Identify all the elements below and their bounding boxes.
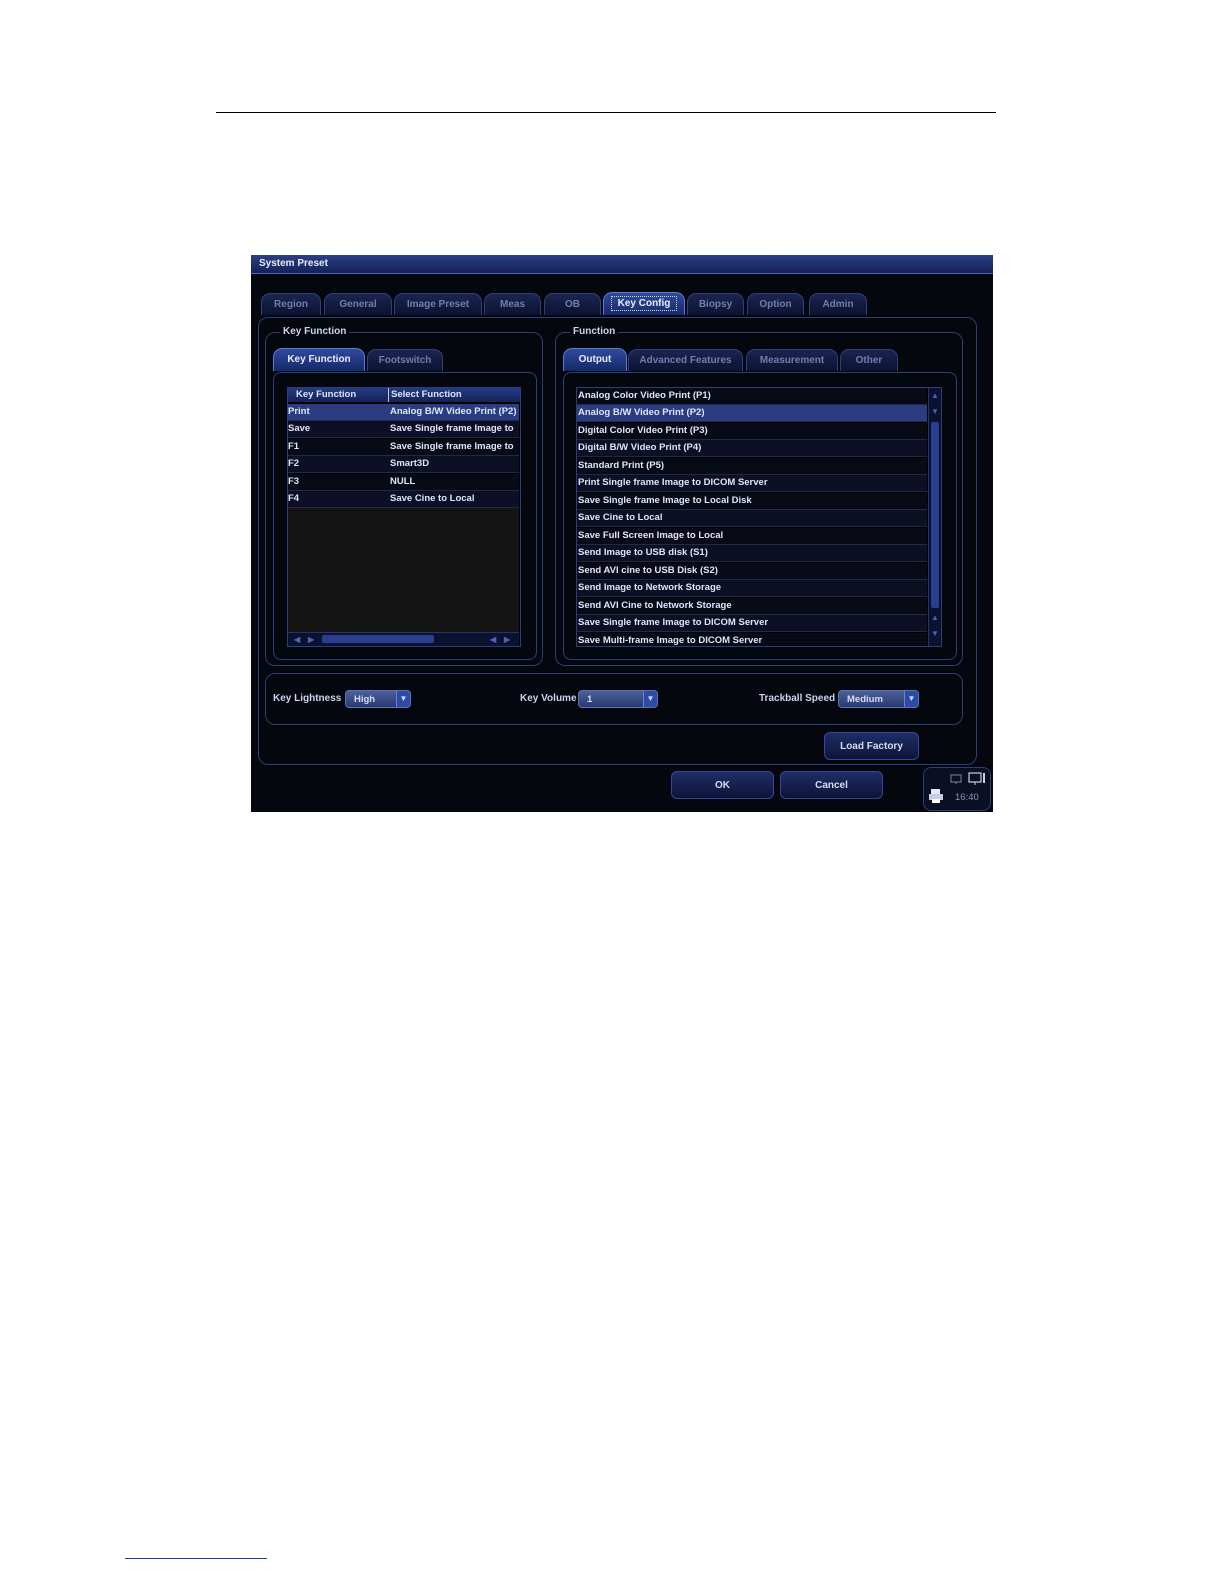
printer-icon: [929, 789, 943, 803]
scroll-up-icon[interactable]: ▲: [931, 614, 939, 622]
list-item[interactable]: Print Single frame Image to DICOM Server: [577, 475, 927, 492]
table-row[interactable]: Print Analog B/W Video Print (P2): [288, 404, 519, 421]
list-item[interactable]: Save Multi-frame Image to DICOM Server: [577, 633, 927, 646]
row-function: Save Single frame Image to: [390, 441, 514, 452]
scroll-down-icon[interactable]: ▼: [931, 630, 939, 638]
key-volume-value: 1: [587, 694, 593, 705]
tab-option[interactable]: Option: [747, 293, 804, 315]
tab-key-function[interactable]: Key Function: [273, 348, 365, 371]
row-function: Smart3D: [390, 458, 430, 469]
scroll-right-icon[interactable]: ▶: [504, 636, 510, 644]
window-title: System Preset: [259, 258, 328, 269]
row-key: Save: [288, 423, 311, 434]
table-row[interactable]: F2 Smart3D: [288, 456, 519, 473]
tab-measurement[interactable]: Measurement: [746, 349, 838, 371]
clock-time: 16:40: [955, 792, 979, 803]
list-item[interactable]: Send Image to Network Storage: [577, 580, 927, 597]
chevron-down-icon[interactable]: ▼: [643, 691, 657, 707]
table-row[interactable]: Save Save Single frame Image to: [288, 421, 519, 438]
tab-admin[interactable]: Admin: [809, 293, 867, 315]
trackball-speed-label: Trackball Speed: [759, 693, 836, 704]
horizontal-scroll-thumb[interactable]: [322, 635, 434, 643]
list-item[interactable]: Analog Color Video Print (P1): [577, 388, 927, 405]
tab-other[interactable]: Other: [840, 349, 898, 371]
tab-meas[interactable]: Meas: [484, 293, 541, 315]
list-item[interactable]: Save Cine to Local: [577, 510, 927, 527]
row-key: F2: [288, 458, 300, 469]
horizontal-scrollbar[interactable]: ◀ ▶ ◀ ▶: [288, 632, 519, 646]
monitor-icon: [968, 772, 985, 785]
row-function: Analog B/W Video Print (P2): [390, 406, 517, 417]
tab-general[interactable]: General: [324, 293, 392, 315]
table-empty-area: [288, 508, 519, 632]
row-key: F3: [288, 476, 300, 487]
list-item[interactable]: Save Single frame Image to Local Disk: [577, 493, 927, 510]
key-function-table: Key Function Select Function Print Analo…: [287, 387, 521, 647]
list-item[interactable]: Save Full Screen Image to Local: [577, 528, 927, 545]
list-item[interactable]: Digital Color Video Print (P3): [577, 423, 927, 440]
scroll-right-icon[interactable]: ▶: [308, 636, 314, 644]
chevron-down-icon[interactable]: ▼: [904, 691, 918, 707]
vertical-scroll-thumb[interactable]: [931, 422, 939, 608]
ok-button[interactable]: OK: [671, 771, 774, 799]
scroll-left-icon[interactable]: ◀: [294, 636, 300, 644]
list-item[interactable]: Analog B/W Video Print (P2): [577, 405, 927, 422]
tab-advanced-features[interactable]: Advanced Features: [628, 349, 743, 371]
column-header-select-function: Select Function: [391, 389, 462, 400]
tab-image-preset[interactable]: Image Preset: [394, 293, 482, 315]
vertical-scrollbar[interactable]: ▲ ▼ ▲ ▼: [928, 388, 941, 646]
key-lightness-label: Key Lightness: [273, 693, 342, 704]
scroll-down-icon[interactable]: ▼: [931, 408, 939, 416]
table-header: Key Function Select Function: [288, 388, 520, 402]
row-key: Print: [288, 406, 310, 417]
cancel-button[interactable]: Cancel: [780, 771, 883, 799]
trackball-speed-value: Medium: [847, 694, 883, 705]
tab-ob[interactable]: OB: [544, 293, 601, 315]
row-function: NULL: [390, 476, 416, 487]
row-key: F1: [288, 441, 300, 452]
tab-output[interactable]: Output: [563, 348, 627, 371]
list-item[interactable]: Digital B/W Video Print (P4): [577, 440, 927, 457]
tab-biopsy[interactable]: Biopsy: [687, 293, 744, 315]
list-item[interactable]: Send AVI Cine to Network Storage: [577, 598, 927, 615]
table-row[interactable]: F1 Save Single frame Image to: [288, 439, 519, 456]
key-lightness-value: High: [354, 694, 376, 705]
key-lightness-select[interactable]: High ▼: [345, 690, 411, 708]
list-item[interactable]: Send Image to USB disk (S1): [577, 545, 927, 562]
list-item[interactable]: Save Single frame Image to DICOM Server: [577, 615, 927, 632]
output-function-list: Analog Color Video Print (P1) Analog B/W…: [576, 387, 942, 647]
column-header-key-function: Key Function: [296, 389, 357, 400]
tab-region[interactable]: Region: [261, 293, 321, 315]
row-function: Save Cine to Local: [390, 493, 475, 504]
network-icon: [950, 774, 962, 784]
tab-footswitch[interactable]: Footswitch: [367, 349, 443, 371]
chevron-down-icon[interactable]: ▼: [396, 691, 410, 707]
system-preset-window: System Preset Region General Image Prese…: [251, 255, 993, 812]
scroll-up-icon[interactable]: ▲: [931, 392, 939, 400]
row-function: Save Single frame Image to: [390, 423, 514, 434]
list-item[interactable]: Send AVI cine to USB Disk (S2): [577, 563, 927, 580]
key-volume-label: Key Volume: [520, 693, 577, 704]
row-key: F4: [288, 493, 300, 504]
scroll-left-icon[interactable]: ◀: [490, 636, 496, 644]
function-group-title: Function: [570, 326, 619, 337]
title-bar: System Preset: [251, 255, 993, 274]
key-function-group-title: Key Function: [280, 326, 350, 337]
trackball-speed-select[interactable]: Medium ▼: [838, 690, 919, 708]
page-top-rule: [216, 112, 996, 113]
tab-key-config[interactable]: Key Config: [603, 292, 685, 315]
table-row[interactable]: F3 NULL: [288, 474, 519, 491]
key-volume-select[interactable]: 1 ▼: [578, 690, 658, 708]
table-row[interactable]: F4 Save Cine to Local: [288, 491, 519, 508]
list-item[interactable]: Standard Print (P5): [577, 458, 927, 475]
column-divider: [388, 388, 389, 402]
status-tray: 16:40: [923, 767, 991, 811]
page-bottom-rule: [125, 1558, 267, 1559]
load-factory-button[interactable]: Load Factory: [824, 732, 919, 760]
